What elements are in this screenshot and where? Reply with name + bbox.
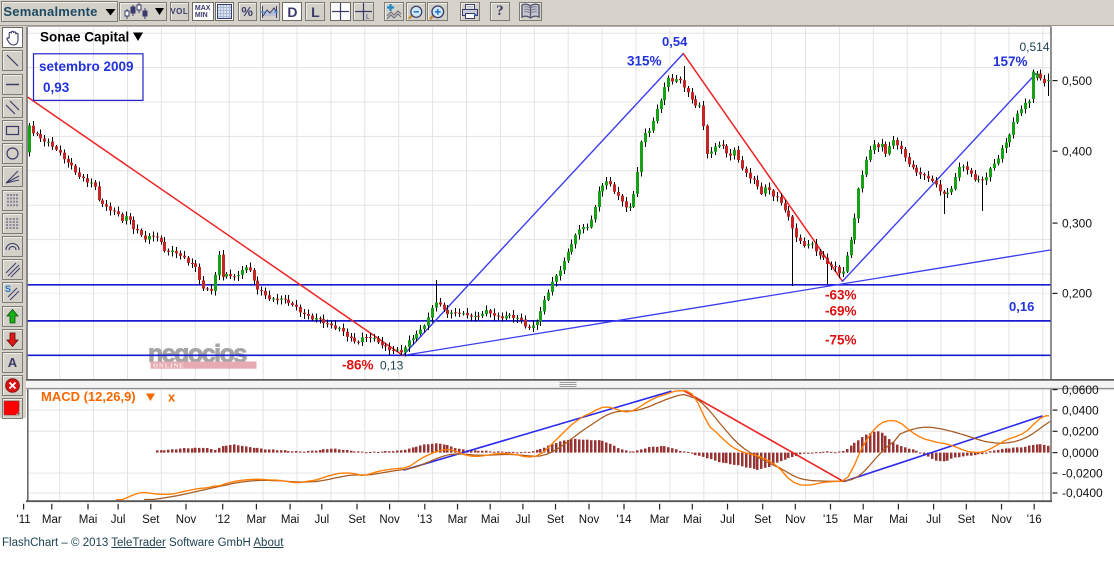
- svg-text:Set: Set: [958, 514, 976, 526]
- svg-text:S: S: [5, 284, 11, 294]
- svg-text:'11: '11: [17, 514, 31, 526]
- svg-text:Mai: Mai: [79, 514, 98, 526]
- svg-text:315%: 315%: [627, 53, 662, 68]
- svg-text:-63%: -63%: [825, 287, 857, 302]
- svg-text:0,13: 0,13: [380, 359, 404, 373]
- svg-text:Nov: Nov: [379, 514, 400, 526]
- svg-text:Mai: Mai: [481, 514, 500, 526]
- svg-text:Set: Set: [348, 514, 366, 526]
- svg-text:Set: Set: [547, 514, 565, 526]
- svg-text:Mar: Mar: [246, 514, 266, 526]
- svg-text:'15: '15: [823, 514, 838, 526]
- svg-text:Jul: Jul: [926, 514, 941, 526]
- svg-text:MACD (12,26,9): MACD (12,26,9): [41, 389, 136, 404]
- svg-text:0,54: 0,54: [662, 34, 688, 49]
- svg-text:0,93: 0,93: [43, 80, 70, 95]
- svg-text:Mar: Mar: [650, 514, 670, 526]
- svg-text:Nov: Nov: [579, 514, 600, 526]
- svg-text:0,16: 0,16: [1009, 299, 1034, 314]
- svg-text:-86%: -86%: [342, 358, 374, 373]
- svg-text:Set: Set: [142, 514, 160, 526]
- svg-text:-75%: -75%: [825, 333, 857, 348]
- svg-text:-0,0400: -0,0400: [1062, 486, 1103, 500]
- svg-text:Mai: Mai: [889, 514, 908, 526]
- svg-text:Set: Set: [754, 514, 772, 526]
- svg-text:ONLINE: ONLINE: [153, 363, 185, 370]
- svg-text:Nov: Nov: [176, 514, 197, 526]
- svg-text:0,0600: 0,0600: [1062, 383, 1099, 397]
- svg-text:0,200: 0,200: [1062, 287, 1092, 301]
- svg-text:0,514: 0,514: [1020, 40, 1050, 54]
- svg-text:'13: '13: [417, 514, 432, 526]
- svg-text:0,400: 0,400: [1062, 144, 1092, 158]
- svg-text:Nov: Nov: [785, 514, 806, 526]
- svg-text:0,300: 0,300: [1062, 216, 1092, 230]
- svg-text:x: x: [168, 390, 176, 405]
- svg-text:'12: '12: [215, 514, 230, 526]
- svg-text:Jul: Jul: [516, 514, 531, 526]
- svg-text:Mar: Mar: [42, 514, 62, 526]
- svg-text:Jul: Jul: [720, 514, 735, 526]
- svg-text:Jul: Jul: [111, 514, 126, 526]
- svg-text:0,0200: 0,0200: [1062, 425, 1099, 439]
- svg-text:157%: 157%: [993, 54, 1028, 69]
- svg-text:'14: '14: [617, 514, 633, 526]
- svg-text:'16: '16: [1027, 514, 1042, 526]
- svg-text:0,500: 0,500: [1062, 74, 1092, 88]
- svg-text:Mar: Mar: [853, 514, 873, 526]
- svg-text:Mai: Mai: [683, 514, 702, 526]
- svg-text:0,0400: 0,0400: [1062, 403, 1099, 417]
- svg-text:Sonae Capital: Sonae Capital: [40, 30, 129, 45]
- svg-text:L: L: [366, 14, 370, 21]
- svg-text:-69%: -69%: [825, 304, 857, 319]
- svg-text:setembro 2009: setembro 2009: [39, 59, 134, 74]
- svg-text:-0,0200: -0,0200: [1062, 466, 1103, 480]
- svg-text:Nov: Nov: [991, 514, 1012, 526]
- svg-text:Jul: Jul: [314, 514, 329, 526]
- svg-text:Mai: Mai: [281, 514, 300, 526]
- svg-text:0,0000: 0,0000: [1062, 446, 1099, 460]
- svg-text:Mar: Mar: [448, 514, 468, 526]
